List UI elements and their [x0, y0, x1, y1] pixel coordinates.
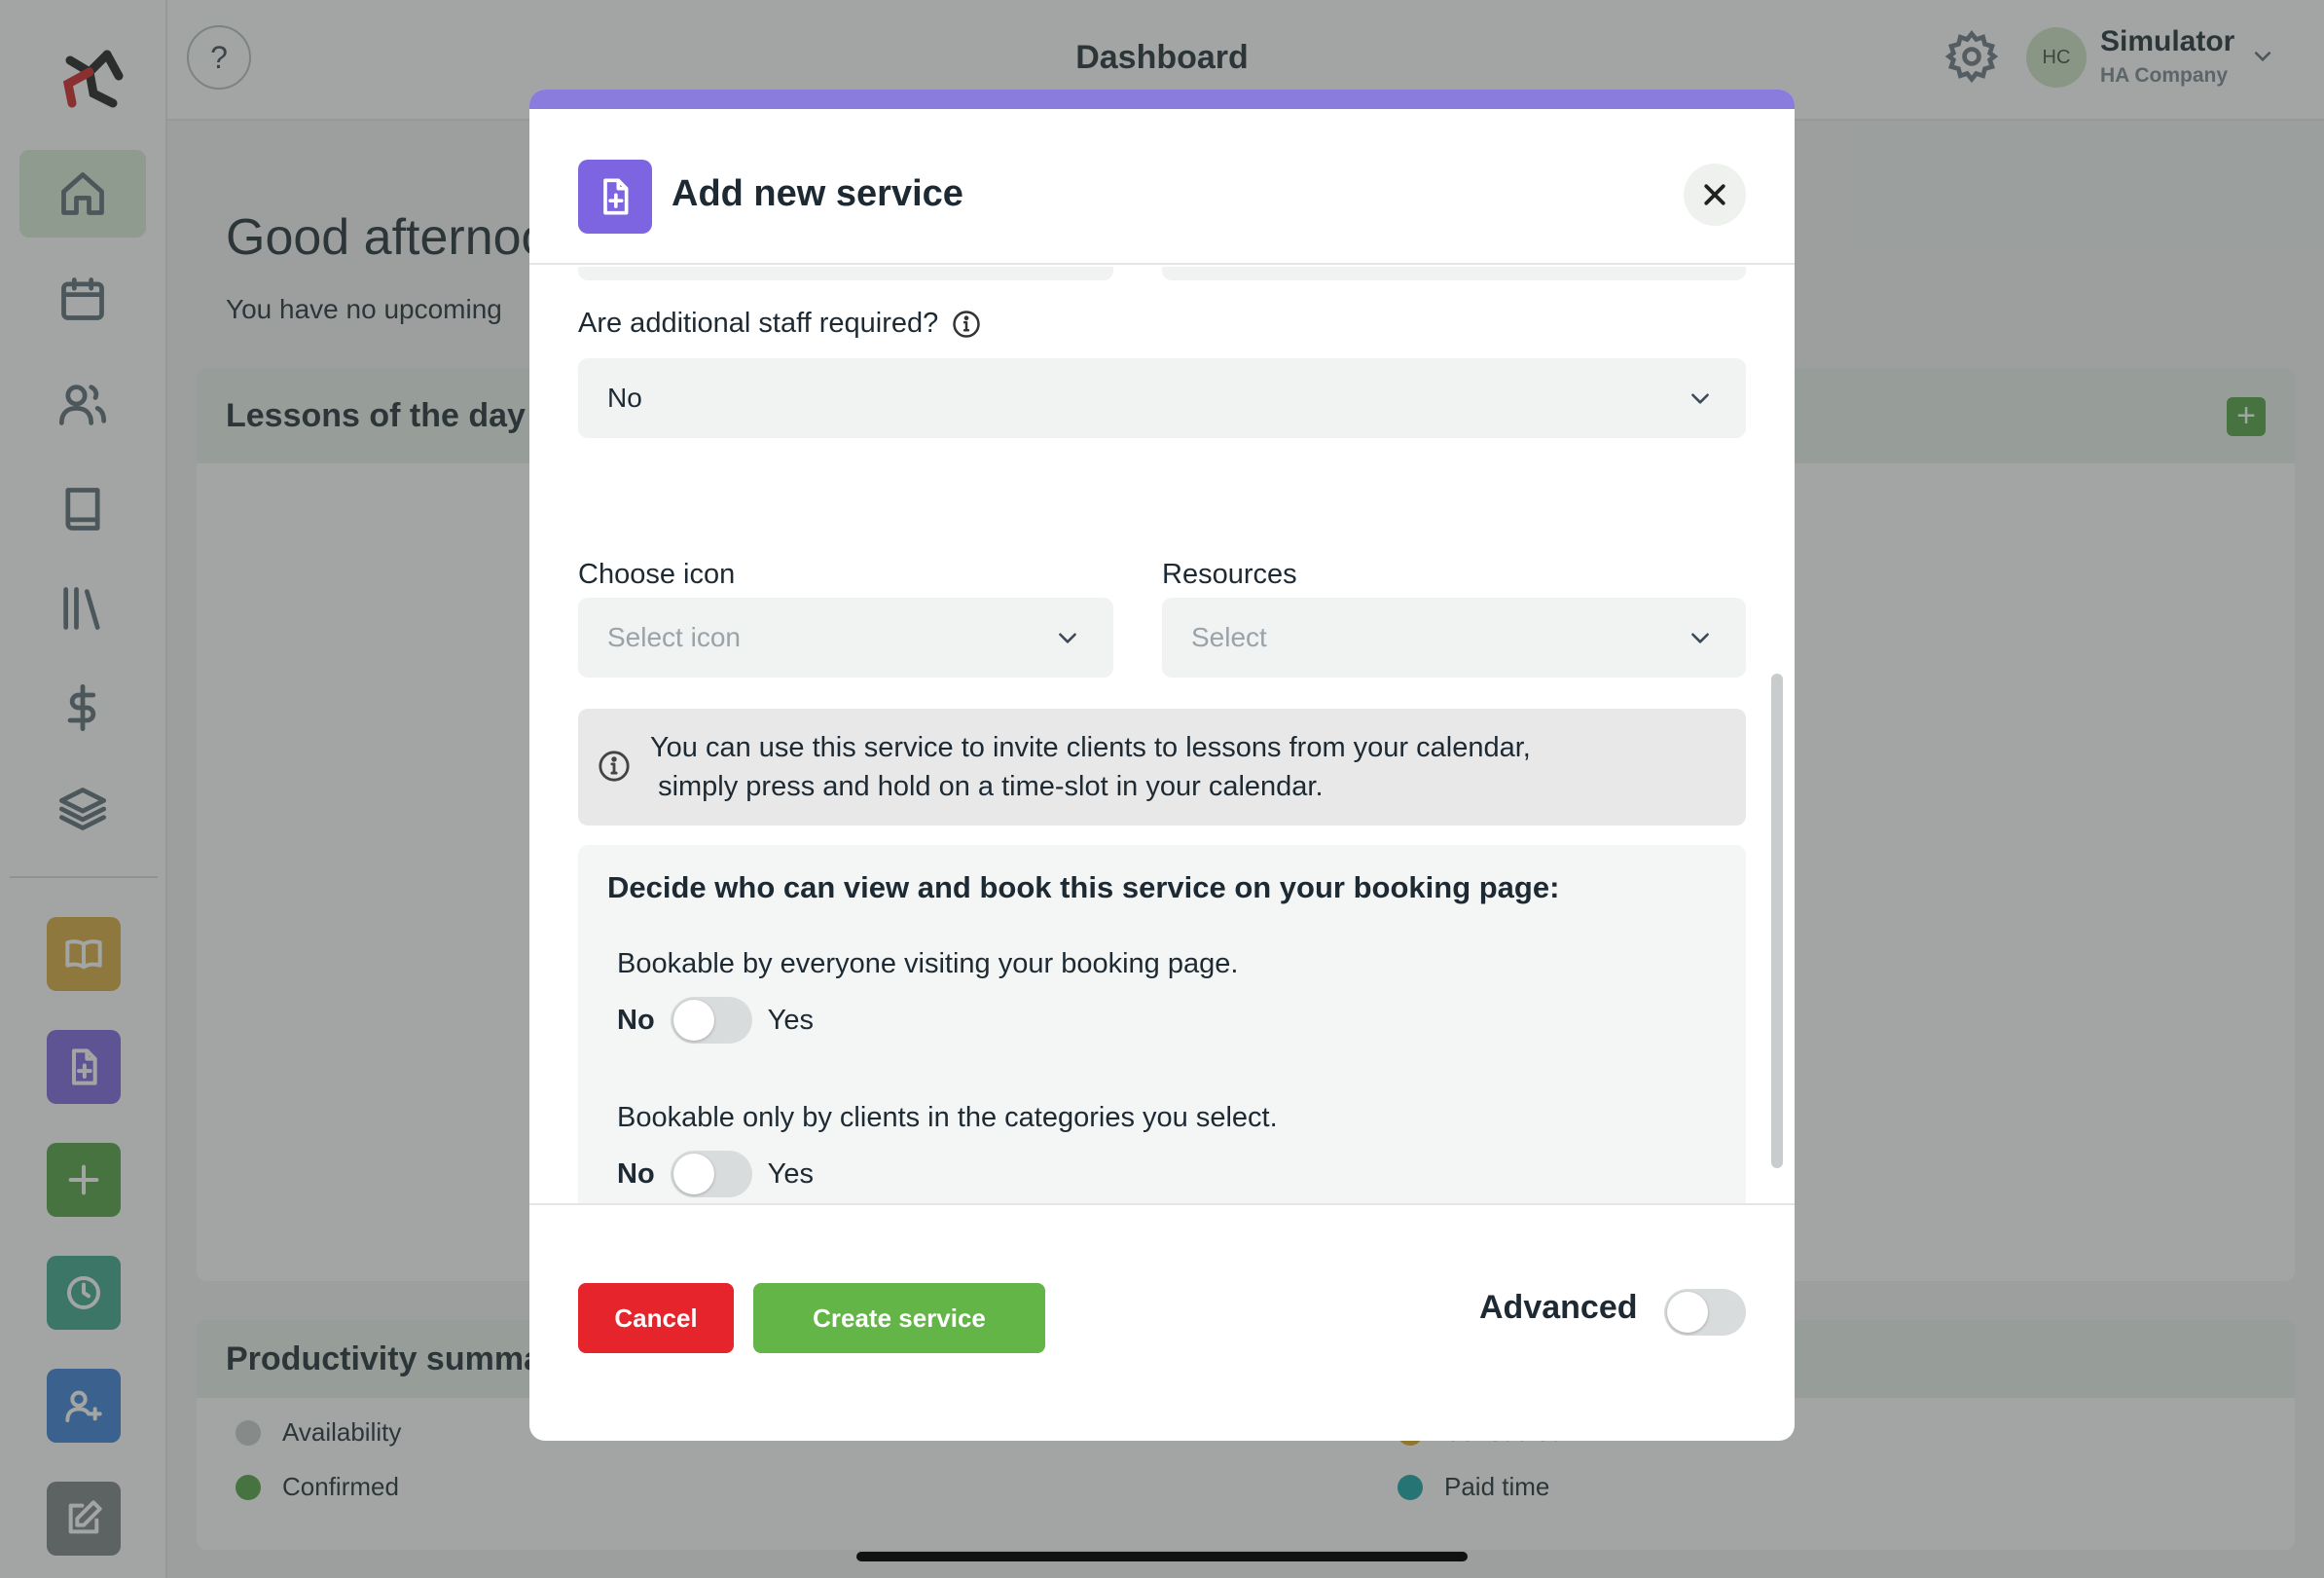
- toggle-no-label: No: [617, 1157, 655, 1190]
- modal-body[interactable]: Are additional staff required? No Choose…: [529, 267, 1795, 1203]
- cancel-button[interactable]: Cancel: [578, 1283, 734, 1353]
- modal-header: Add new service: [529, 109, 1795, 265]
- modal-footer: Cancel Create service Advanced: [529, 1203, 1795, 1441]
- resources-label: Resources: [1162, 559, 1297, 590]
- toggle-yes-label: Yes: [767, 1157, 814, 1190]
- modal-title: Add new service: [672, 173, 963, 214]
- choose-icon-label: Choose icon: [578, 559, 736, 590]
- modal-accent-bar: [529, 90, 1795, 109]
- chevron-down-icon: [1688, 385, 1713, 411]
- additional-staff-value: No: [607, 383, 642, 413]
- info-icon[interactable]: [952, 310, 981, 339]
- toggle-knob: [672, 1000, 714, 1041]
- modal-scrollbar[interactable]: [1771, 674, 1783, 1168]
- booking-visibility-title: Decide who can view and book this servic…: [607, 870, 1560, 904]
- scrolled-field-left[interactable]: [578, 267, 1113, 280]
- close-button[interactable]: [1684, 164, 1746, 226]
- notice-text: You can use this service to invite clien…: [650, 732, 1531, 802]
- choose-icon-select[interactable]: Select icon: [578, 598, 1113, 678]
- bookable-categories-toggle[interactable]: [670, 1151, 752, 1197]
- toggle-no-label: No: [617, 1004, 655, 1036]
- create-service-button[interactable]: Create service: [753, 1283, 1045, 1353]
- choose-icon-placeholder: Select icon: [607, 622, 741, 652]
- booking-visibility-section: Decide who can view and book this servic…: [578, 845, 1746, 1203]
- resources-select[interactable]: Select: [1162, 598, 1746, 678]
- scrolled-field-right[interactable]: [1162, 267, 1746, 280]
- file-plus-icon: [603, 178, 629, 215]
- toggle-knob: [1667, 1292, 1708, 1333]
- toggle-knob: [672, 1154, 714, 1194]
- info-icon: [598, 750, 631, 783]
- bookable-categories-toggle-row: No Yes: [617, 1151, 814, 1197]
- resources-placeholder: Select: [1191, 622, 1267, 652]
- toggle-yes-label: Yes: [767, 1004, 814, 1036]
- bookable-everyone-toggle[interactable]: [670, 997, 752, 1044]
- advanced-label: Advanced: [1479, 1289, 1638, 1326]
- advanced-toggle[interactable]: [1664, 1289, 1746, 1336]
- close-icon: [1704, 184, 1725, 205]
- bookable-everyone-question: Bookable by everyone visiting your booki…: [617, 948, 1239, 979]
- additional-staff-label-text: Are additional staff required?: [578, 308, 939, 339]
- calendar-invite-notice: You can use this service to invite clien…: [578, 709, 1746, 826]
- add-service-modal: Add new service Are additional staff req…: [529, 90, 1795, 1441]
- bookable-categories-question: Bookable only by clients in the categori…: [617, 1102, 1278, 1133]
- chevron-down-icon: [1055, 625, 1080, 650]
- chevron-down-icon: [1688, 625, 1713, 650]
- bookable-everyone-toggle-row: No Yes: [617, 997, 814, 1044]
- additional-staff-label: Are additional staff required?: [578, 308, 981, 340]
- additional-staff-select[interactable]: No: [578, 358, 1746, 438]
- modal-header-icon: [578, 160, 652, 234]
- home-indicator[interactable]: [856, 1552, 1468, 1561]
